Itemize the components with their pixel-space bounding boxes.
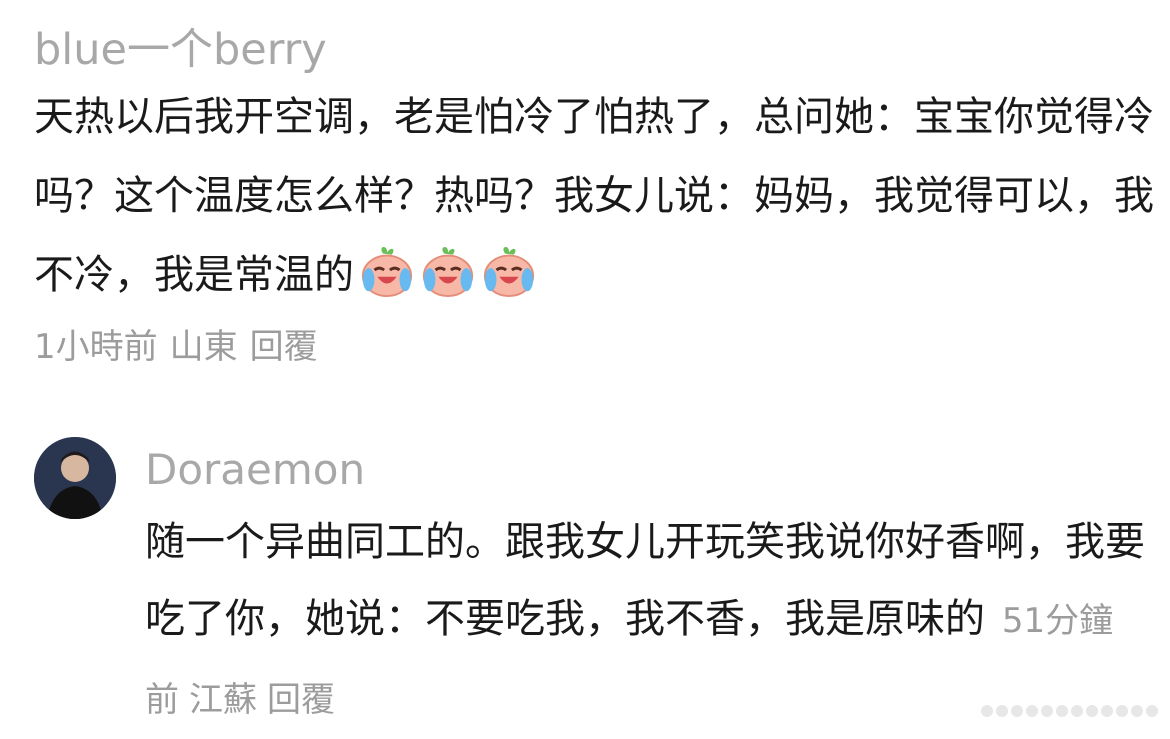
comment: blue一个berry 天热以后我开空调，老是怕冷了怕热了，总问她：宝宝你觉得冷… — [34, 22, 1154, 371]
comment-text-content: 天热以后我开空调，老是怕冷了怕热了，总问她：宝宝你觉得冷吗？这个温度怎么样？热吗… — [34, 94, 1154, 298]
avatar[interactable] — [34, 437, 116, 519]
watermark-dots — [981, 705, 1158, 717]
comment-location: 山東 — [169, 327, 238, 367]
emoji-group — [358, 244, 541, 298]
reply-button[interactable]: 回覆 — [250, 327, 318, 367]
reply-username[interactable]: Doraemon — [145, 442, 1145, 498]
comment-text: 天热以后我开空调，老是怕冷了怕热了，总问她：宝宝你觉得冷吗？这个温度怎么样？热吗… — [34, 78, 1154, 315]
laugh-cry-peach-icon — [361, 246, 413, 298]
comment-username[interactable]: blue一个berry — [34, 22, 1154, 78]
reply-location: 江蘇 — [189, 680, 257, 720]
laugh-cry-peach-icon — [483, 246, 535, 298]
reply-text: 随一个异曲同工的。跟我女儿开玩笑我说你好香啊，我要吃了你，她说：不要吃我，我不香… — [145, 504, 1145, 739]
reply-reply-button[interactable]: 回覆 — [267, 680, 335, 720]
laugh-cry-peach-icon — [422, 246, 474, 298]
comment-time: 1小時前 — [34, 327, 158, 367]
reply-comment: Doraemon 随一个异曲同工的。跟我女儿开玩笑我说你好香啊，我要吃了你，她说… — [145, 442, 1145, 739]
avatar-image — [34, 437, 116, 519]
comment-meta: 1小時前 山東 回覆 — [34, 323, 1154, 371]
